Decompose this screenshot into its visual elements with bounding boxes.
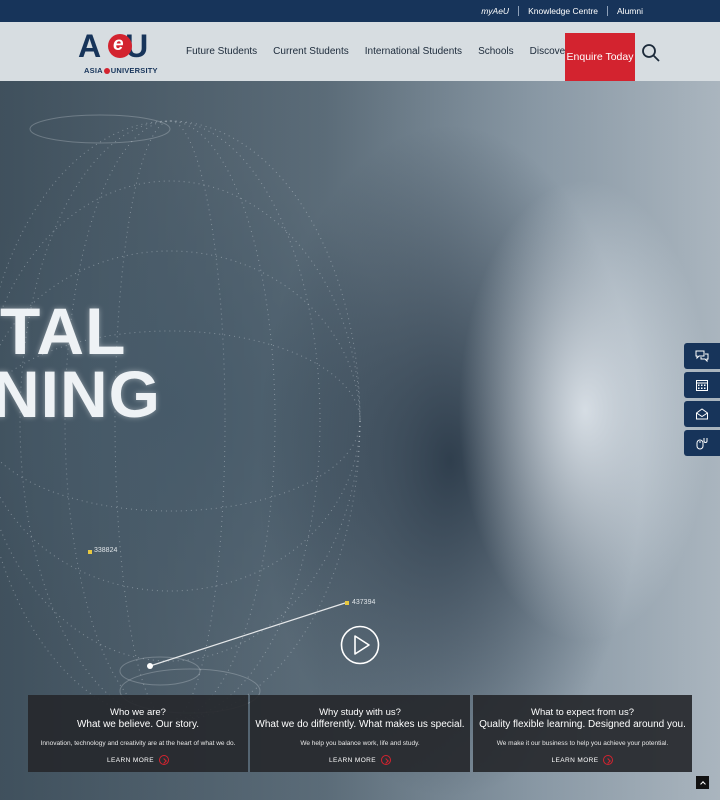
learn-more-label: LEARN MORE [551, 756, 599, 764]
hero-globe-graphic [0, 114, 361, 722]
card-description: We help you balance work, life and study… [300, 740, 420, 747]
hero-label-b: 437394 [352, 599, 376, 606]
utility-links: myAeU Knowledge Centre Alumni [472, 0, 652, 22]
arrow-right-icon [158, 755, 169, 765]
card-title: Who we are? [110, 707, 166, 718]
card-title: What to expect from us? [531, 707, 634, 718]
link-myaeu[interactable]: myAeU [472, 6, 518, 16]
aeu-logo[interactable]: AU e ASIA UNIVERSITY [78, 28, 164, 76]
side-chat-button[interactable] [684, 343, 720, 369]
nav-current-students[interactable]: Current Students [265, 46, 357, 57]
chat-icon [695, 350, 709, 363]
mail-icon [696, 408, 708, 420]
primary-nav: Future Students Current Students Interna… [178, 22, 577, 81]
utility-bar: myAeU Knowledge Centre Alumni [0, 0, 720, 22]
hero-text-line2: NING [0, 357, 161, 431]
nav-schools[interactable]: Schools [470, 46, 522, 57]
logo-subtitle: ASIA UNIVERSITY [84, 66, 158, 75]
card-subtitle: What we do differently. What makes us sp… [255, 719, 465, 730]
card-who-we-are: Who we are? What we believe. Our story. … [28, 695, 248, 772]
enquire-today-button[interactable]: Enquire Today [565, 33, 635, 81]
search-icon[interactable] [641, 43, 661, 63]
mouse-icon [696, 438, 708, 450]
hero-video: TAL NING 338824 437394 [0, 81, 720, 800]
link-knowledge-centre[interactable]: Knowledge Centre [518, 6, 607, 16]
card-description: We make it our business to help you achi… [496, 740, 669, 747]
learn-more-label: LEARN MORE [107, 756, 154, 764]
side-calendar-button[interactable] [684, 372, 720, 398]
learn-more-link[interactable]: LEARN MORE [28, 755, 248, 765]
back-to-top-button[interactable] [696, 776, 709, 789]
nav-future-students[interactable]: Future Students [178, 46, 265, 57]
card-why-study: Why study with us? What we do differentl… [250, 695, 470, 772]
learn-more-label: LEARN MORE [329, 756, 376, 764]
learn-more-link[interactable]: LEARN MORE [250, 755, 470, 765]
card-title: Why study with us? [319, 707, 401, 718]
hero-label-a: 338824 [94, 547, 118, 554]
side-mouse-button[interactable] [684, 430, 720, 456]
card-subtitle: What we believe. Our story. [76, 719, 200, 730]
logo-e-circle: e [108, 34, 132, 58]
learn-more-link[interactable]: LEARN MORE [473, 755, 692, 765]
card-what-to-expect: What to expect from us? Quality flexible… [473, 695, 692, 772]
nav-international-students[interactable]: International Students [357, 46, 470, 57]
arrow-right-icon [603, 755, 614, 765]
calendar-icon [696, 380, 708, 391]
side-mail-button[interactable] [684, 401, 720, 427]
card-description: Innovation, technology and creativity ar… [40, 740, 236, 747]
card-subtitle: Quality flexible learning. Designed arou… [479, 719, 686, 730]
arrow-right-icon [380, 755, 391, 765]
link-alumni[interactable]: Alumni [607, 6, 652, 16]
play-icon[interactable] [340, 625, 380, 665]
main-navbar: AU e ASIA UNIVERSITY Future Students Curr… [0, 22, 720, 81]
